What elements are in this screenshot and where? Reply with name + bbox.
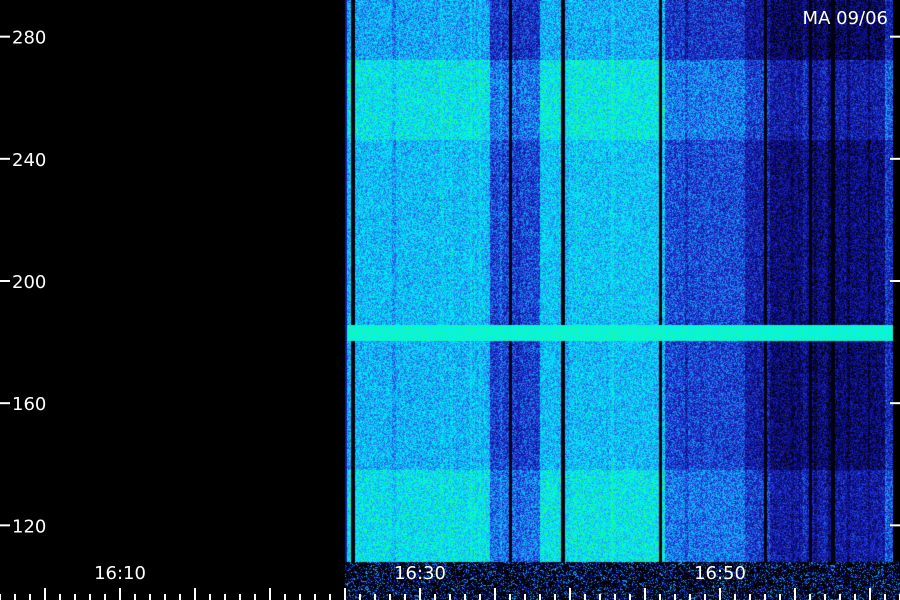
x-tick-label: 16:50 (694, 563, 746, 584)
y-tick-label: 280 (12, 28, 46, 49)
y-axis-left: 280 240 200 160 120 (0, 28, 46, 537)
station-date-label: MA 09/06 (803, 8, 888, 29)
x-axis: 16:10 16:30 16:50 (0, 563, 900, 600)
y-tick-label: 120 (12, 516, 46, 537)
spectrogram-frame: 280 240 200 160 120 16:10 16:30 16:50 MA 09/06 (0, 0, 900, 600)
spectrogram-overlay: 280 240 200 160 120 16:10 16:30 16:50 MA 09/06 (0, 8, 900, 600)
x-tick-label: 16:30 (394, 563, 446, 584)
y-axis-right (890, 35, 900, 527)
x-tick-label: 16:10 (94, 563, 146, 584)
y-tick-label: 160 (12, 394, 46, 415)
y-tick-label: 240 (12, 150, 46, 171)
y-tick-label: 200 (12, 272, 46, 293)
